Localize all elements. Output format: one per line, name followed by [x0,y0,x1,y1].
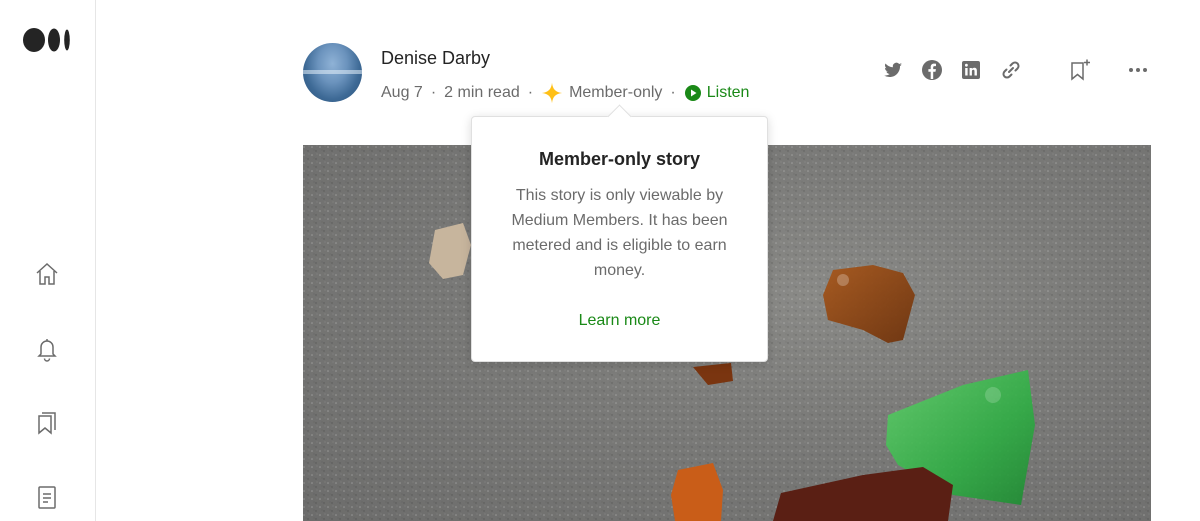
listen-label: Listen [706,84,750,101]
member-only-popover: Member-only story This story is only vie… [471,116,768,362]
stories-icon[interactable] [33,483,61,511]
publish-date: Aug 7 [381,84,423,101]
author-avatar[interactable] [303,43,362,102]
read-time: 2 min read [444,84,520,101]
listen-button[interactable]: Listen [684,84,750,102]
popover-body: This story is only viewable by Medium Me… [511,187,728,279]
play-icon [684,85,701,101]
member-only-label[interactable]: Member-only [569,84,662,102]
meta-separator: · [430,84,437,101]
link-icon[interactable] [999,58,1023,82]
home-icon[interactable] [33,260,61,288]
bookmark-add-icon[interactable] [1068,58,1092,82]
linkedin-icon[interactable] [959,58,983,82]
meta-separator: · [670,84,676,101]
bell-icon[interactable] [33,335,61,363]
left-rail [0,0,96,521]
author-name[interactable]: Denise Darby [381,48,490,69]
bookmarks-icon[interactable] [33,409,61,437]
facebook-icon[interactable] [920,58,944,82]
popover-title: Member-only story [538,149,701,169]
story-meta: Aug 7 · 2 min read · Member-only · Liste… [381,82,749,104]
twitter-icon[interactable] [881,58,905,82]
more-icon[interactable] [1126,58,1150,82]
learn-more-link[interactable]: Learn more [472,312,767,330]
medium-logo[interactable] [22,26,72,54]
member-star-icon [541,82,563,104]
meta-separator: · [527,84,534,101]
